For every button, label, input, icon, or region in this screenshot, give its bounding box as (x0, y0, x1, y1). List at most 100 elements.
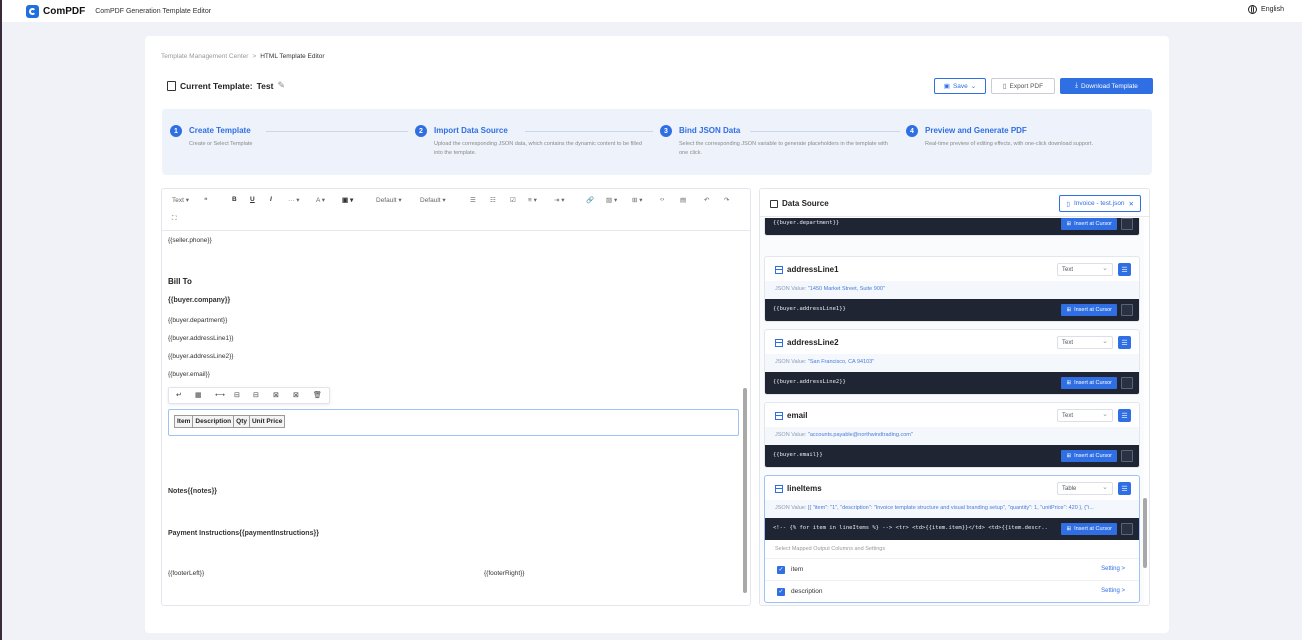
seller-phone-line: {{seller.phone}} (168, 237, 212, 244)
table-header-cell[interactable]: Description (192, 415, 235, 428)
editor-content[interactable]: {{seller.phone}} Bill To {{buyer.company… (168, 233, 739, 603)
payment-instructions-line: Payment Instructions{{paymentInstruction… (168, 530, 319, 537)
scrollbar-thumb[interactable] (1143, 498, 1147, 568)
close-icon[interactable]: ✕ (1129, 200, 1134, 208)
step-connector (750, 131, 900, 132)
language-label: English (1261, 6, 1284, 13)
bold-icon[interactable]: B (232, 196, 237, 203)
language-switcher[interactable]: English (1248, 5, 1284, 14)
font-color-icon[interactable]: A ▾ (316, 196, 325, 204)
code-icon[interactable]: ‹› (660, 196, 664, 203)
insert-at-cursor-button[interactable]: ⊞ Insert at Cursor (1061, 450, 1117, 462)
clipboard-icon (167, 80, 176, 91)
html-editor[interactable]: Text ▾ ❝ B U I ··· ▾ A ▾ ▣ ▾ Default ▾ D… (161, 188, 751, 606)
buyer-address1-line: {{buyer.addressLine1}} (168, 335, 234, 342)
chevron-down-icon: ⌄ (970, 83, 977, 90)
data-source-icon (770, 199, 778, 208)
insert-at-cursor-button[interactable]: ⊞ Insert at Cursor (1061, 523, 1117, 535)
quote-icon[interactable]: ❝ (204, 196, 208, 204)
editor-scrollbar[interactable] (743, 233, 748, 601)
insert-at-cursor-button[interactable]: ⊞ Insert at Cursor (1061, 218, 1117, 230)
indent-icon[interactable]: ⇥ ▾ (554, 196, 565, 204)
breadcrumb-current: HTML Template Editor (260, 53, 325, 60)
underline-icon[interactable]: U (250, 196, 255, 203)
field-settings-icon[interactable]: ☰ (1118, 263, 1131, 276)
step-title: Bind JSON Data (679, 126, 741, 135)
insert-row-below-icon[interactable]: ⊟ (253, 391, 259, 399)
text-style-dropdown[interactable]: Text ▾ (172, 196, 189, 204)
json-value-label: JSON Value: (775, 359, 807, 365)
copy-icon[interactable] (1121, 523, 1133, 535)
field-settings-icon[interactable]: ☰ (1118, 482, 1131, 495)
json-file-chip[interactable]: ▯ Invoice - test.json ✕ (1059, 195, 1141, 212)
line-items-table-block[interactable]: Item Description Qty Unit Price (168, 409, 739, 436)
field-name: addressLine2 (775, 338, 839, 347)
insert-label: Insert at Cursor (1074, 526, 1112, 532)
field-settings-icon[interactable]: ☰ (1118, 409, 1131, 422)
field-type-select[interactable]: Text (1057, 263, 1113, 276)
data-source-list[interactable]: {{buyer.department}} ⊞ Insert at Cursor a… (760, 218, 1144, 605)
field-settings-icon[interactable]: ☰ (1118, 336, 1131, 349)
field-json-value: JSON Value: "San Francisco, CA 94103" (765, 354, 1139, 372)
font-family-label: Default (376, 197, 397, 204)
copy-icon[interactable] (1121, 304, 1133, 316)
divider-icon[interactable]: ▤ (680, 196, 686, 204)
enter-icon[interactable]: ↵ (176, 391, 182, 399)
insert-row-above-icon[interactable]: ⊟ (234, 391, 240, 399)
font-family-dropdown[interactable]: Default ▾ (376, 196, 402, 204)
current-template-label: Current Template: (180, 80, 253, 91)
copy-icon[interactable] (1121, 377, 1133, 389)
table-header-cell[interactable]: Item (173, 415, 194, 428)
copy-icon[interactable] (1121, 218, 1133, 230)
italic-icon[interactable]: I (270, 196, 272, 203)
insert-icon: ⊞ (1066, 380, 1072, 386)
numbered-list-icon[interactable]: ☷ (490, 196, 496, 204)
export-pdf-button[interactable]: ▯ Export PDF (991, 78, 1055, 94)
checklist-icon[interactable]: ☑ (510, 196, 516, 204)
align-icon[interactable]: ≡ ▾ (528, 196, 537, 204)
image-icon[interactable]: ▨ ▾ (606, 196, 617, 204)
step-number: 4 (906, 125, 918, 137)
checkbox-checked-icon[interactable]: ✓ (777, 566, 785, 574)
field-card-lineitems: lineItems Table ☰ JSON Value: [{ "item":… (764, 475, 1140, 603)
font-size-dropdown[interactable]: Default ▾ (420, 196, 446, 204)
field-json-value: JSON Value: [{ "item": "1", "description… (765, 500, 1139, 518)
field-type-select[interactable]: Text (1057, 336, 1113, 349)
fullscreen-icon[interactable]: ⛶ (172, 215, 177, 223)
mapping-setting-link[interactable]: Setting > (1101, 566, 1125, 572)
save-button[interactable]: ▣ Save ⌄ (934, 78, 986, 94)
delete-table-icon[interactable]: 🗑 (313, 391, 322, 399)
table-header-cell[interactable]: Qty (233, 415, 250, 428)
delete-row-icon[interactable]: ⊠ (273, 391, 279, 399)
insert-at-cursor-button[interactable]: ⊞ Insert at Cursor (1061, 377, 1117, 389)
table-icon[interactable]: ⊞ ▾ (632, 196, 643, 204)
bullet-list-icon[interactable]: ☰ (470, 196, 476, 204)
undo-icon[interactable]: ↶ (704, 196, 709, 204)
buyer-email-line: {{buyer.email}} (168, 371, 210, 378)
field-card-department: {{buyer.department}} ⊞ Insert at Cursor (764, 218, 1140, 236)
delete-column-icon[interactable]: ⊠ (293, 391, 299, 399)
field-code-block: {{buyer.addressLine1}} ⊞ Insert at Cursor (765, 299, 1139, 321)
field-type-select[interactable]: Text (1057, 409, 1113, 422)
download-template-button[interactable]: ⤓ Download Template (1060, 78, 1153, 94)
step-connector (266, 131, 408, 132)
edit-pencil-icon[interactable]: ✎ (277, 80, 285, 91)
table-header-cell[interactable]: Unit Price (248, 415, 286, 428)
insert-icon: ⊞ (1066, 307, 1072, 313)
redo-icon[interactable]: ↷ (724, 196, 729, 204)
column-width-icon[interactable]: ⟷ (215, 391, 225, 399)
link-icon[interactable]: 🔗 (586, 196, 594, 204)
brand-name: ComPDF (43, 5, 86, 17)
insert-at-cursor-button[interactable]: ⊞ Insert at Cursor (1061, 304, 1117, 316)
scrollbar-thumb[interactable] (743, 388, 747, 593)
data-source-scrollbar[interactable] (1142, 218, 1148, 605)
breadcrumb-parent[interactable]: Template Management Center (161, 53, 248, 60)
copy-icon[interactable] (1121, 450, 1133, 462)
more-icon[interactable]: ··· ▾ (288, 196, 300, 204)
mapping-setting-link[interactable]: Setting > (1101, 588, 1125, 594)
field-json-value: JSON Value: "accounts.payable@northwindt… (765, 427, 1139, 445)
table-header-icon[interactable]: ▦ (195, 391, 202, 399)
checkbox-checked-icon[interactable]: ✓ (777, 588, 785, 596)
field-type-select[interactable]: Table (1057, 482, 1113, 495)
background-color-icon[interactable]: ▣ ▾ (342, 196, 353, 204)
